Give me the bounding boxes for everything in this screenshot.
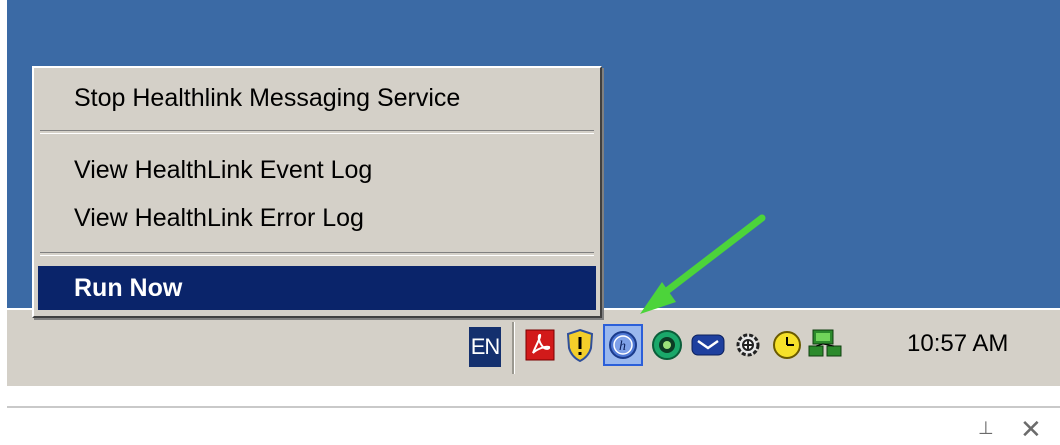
pointer-arrow xyxy=(640,214,766,314)
